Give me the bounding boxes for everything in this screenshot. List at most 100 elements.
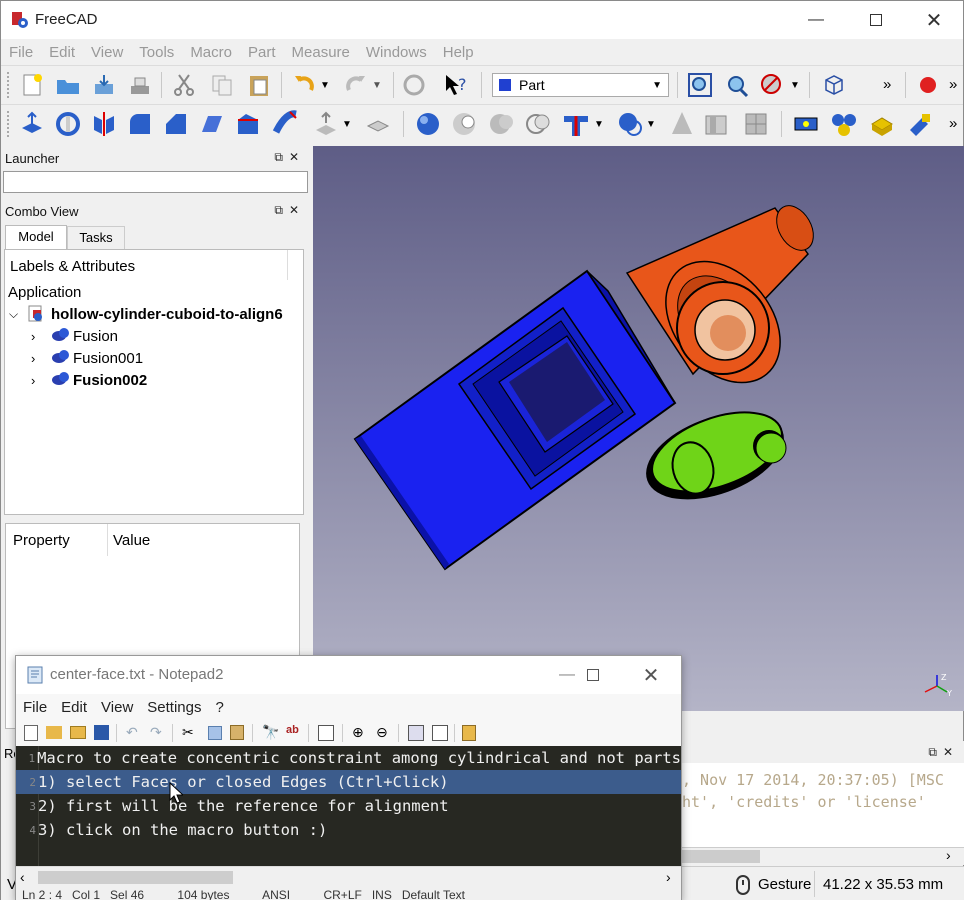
new-document-icon[interactable] [17, 70, 47, 100]
combo-float-close-icons[interactable]: ⧉✕ [274, 203, 305, 218]
mirror-icon[interactable] [89, 109, 119, 139]
notepad-close-button[interactable]: ✕ [628, 656, 674, 694]
np-exit-icon[interactable] [462, 725, 476, 741]
refresh-icon[interactable] [399, 70, 429, 100]
save-icon[interactable] [89, 70, 119, 100]
menu-view[interactable]: View [83, 44, 131, 61]
editor-line[interactable]: 1 Macro to create concentric constraint a… [16, 746, 681, 770]
draw-style-icon[interactable] [757, 70, 787, 100]
section-dropdown-icon[interactable]: ▼ [643, 109, 659, 139]
np-goto-icon[interactable] [318, 725, 334, 741]
np-scheme-icon[interactable] [408, 725, 424, 741]
boolean-icon[interactable] [413, 109, 443, 139]
menu-tools[interactable]: Tools [131, 44, 182, 61]
toolbar-overflow-icon-3[interactable]: » [949, 115, 957, 132]
fillet-icon[interactable] [125, 109, 155, 139]
menu-edit[interactable]: Edit [41, 44, 83, 61]
np-menu-settings[interactable]: Settings [140, 699, 208, 716]
np-copy-icon[interactable] [208, 726, 222, 740]
chevron-right-icon[interactable]: › [31, 373, 51, 388]
scroll-right-icon[interactable]: › [946, 847, 951, 863]
compound-icon[interactable] [701, 109, 731, 139]
macro-record-icon[interactable] [913, 70, 943, 100]
fit-selection-icon[interactable] [721, 70, 751, 100]
assembly-icon[interactable] [829, 109, 859, 139]
fit-all-icon[interactable] [685, 70, 715, 100]
isometric-view-icon[interactable] [819, 70, 849, 100]
cut-boolean-icon[interactable] [449, 109, 479, 139]
tree-item-fusion002[interactable]: › Fusion002 [31, 369, 147, 391]
np-menu-edit[interactable]: Edit [54, 699, 94, 716]
whats-this-icon[interactable]: ? [441, 70, 471, 100]
sweep-icon[interactable] [271, 109, 301, 139]
notepad-hscrollbar[interactable]: ‹ › [16, 866, 681, 888]
np-find-icon[interactable]: 🔭 [262, 724, 279, 741]
redo-icon[interactable] [341, 70, 371, 100]
np-menu-help[interactable]: ? [208, 699, 230, 716]
fuse-icon[interactable] [487, 109, 517, 139]
np-undo-icon[interactable]: ↶ [126, 724, 138, 741]
tab-tasks[interactable]: Tasks [67, 226, 125, 249]
paste-icon[interactable] [244, 70, 274, 100]
workbench-selector[interactable]: Part ▼ [492, 73, 669, 97]
ruled-surface-icon[interactable] [197, 109, 227, 139]
report-float-close-icons[interactable]: ⧉✕ [928, 745, 959, 760]
common-icon[interactable] [523, 109, 553, 139]
launcher-input[interactable] [3, 171, 308, 193]
cross-section-icon[interactable] [667, 109, 697, 139]
notepad-editor[interactable]: 1 Macro to create concentric constraint a… [16, 746, 681, 866]
tree-item-fusion[interactable]: › Fusion [31, 325, 118, 347]
np-paste-icon[interactable] [230, 725, 244, 740]
menu-help[interactable]: Help [435, 44, 482, 61]
editor-line[interactable]: 4 3) click on the macro button :) [16, 818, 681, 842]
menu-file[interactable]: File [1, 44, 41, 61]
maximize-button[interactable] [853, 1, 899, 39]
menu-part[interactable]: Part [240, 44, 284, 61]
connect-dropdown-icon[interactable]: ▼ [591, 109, 607, 139]
np-menu-file[interactable]: File [16, 699, 54, 716]
tab-model[interactable]: Model [5, 225, 67, 249]
undo-dropdown-icon[interactable]: ▼ [317, 70, 333, 100]
scroll-right-icon[interactable]: › [666, 869, 671, 885]
menu-macro[interactable]: Macro [182, 44, 240, 61]
offset-icon[interactable] [311, 109, 341, 139]
scroll-left-icon[interactable]: ‹ [20, 869, 25, 885]
editor-line[interactable]: 3 2) first will be the reference for alig… [16, 794, 681, 818]
np-open-icon[interactable] [46, 726, 62, 739]
chamfer-icon[interactable] [161, 109, 191, 139]
chevron-down-icon[interactable]: ⌵ [9, 307, 27, 322]
align-icon[interactable] [905, 109, 935, 139]
np-new-icon[interactable] [24, 725, 38, 741]
open-folder-icon[interactable] [53, 70, 83, 100]
copy-icon[interactable] [207, 70, 237, 100]
3d-viewport[interactable]: ZY [313, 146, 964, 711]
tree-document-row[interactable]: ⌵ hollow-cylinder-cuboid-to-align6 [9, 303, 283, 325]
np-redo-icon[interactable]: ↷ [150, 724, 162, 741]
np-replace-icon[interactable]: ab [286, 724, 299, 736]
panel-float-close-icons[interactable]: ⧉✕ [274, 150, 305, 165]
extrude-icon[interactable] [17, 109, 47, 139]
np-menu-view[interactable]: View [94, 699, 140, 716]
menu-windows[interactable]: Windows [358, 44, 435, 61]
cut-icon[interactable] [169, 70, 199, 100]
redo-dropdown-icon[interactable]: ▼ [369, 70, 385, 100]
scroll-thumb[interactable] [38, 871, 233, 884]
revolve-icon[interactable] [53, 109, 83, 139]
navigation-style[interactable]: Gesture [758, 876, 811, 893]
np-zoom-in-icon[interactable]: ⊕ [352, 724, 364, 741]
chevron-right-icon[interactable]: › [31, 351, 51, 366]
menu-measure[interactable]: Measure [284, 44, 358, 61]
save-as-icon[interactable] [125, 70, 155, 100]
chevron-right-icon[interactable]: › [31, 329, 51, 344]
toolbar-overflow-icon[interactable]: » [883, 76, 891, 93]
notepad-maximize-button[interactable] [570, 656, 616, 694]
shape-builder-icon[interactable] [741, 109, 771, 139]
np-zoom-out-icon[interactable]: ⊖ [376, 724, 388, 741]
thickness-icon[interactable] [363, 109, 393, 139]
measure-icon[interactable] [791, 109, 821, 139]
np-cut-icon[interactable]: ✂ [182, 724, 194, 741]
np-customize-icon[interactable] [432, 725, 448, 741]
np-save-icon[interactable] [94, 725, 109, 740]
tree-item-fusion001[interactable]: › Fusion001 [31, 347, 143, 369]
box-icon[interactable] [867, 109, 897, 139]
